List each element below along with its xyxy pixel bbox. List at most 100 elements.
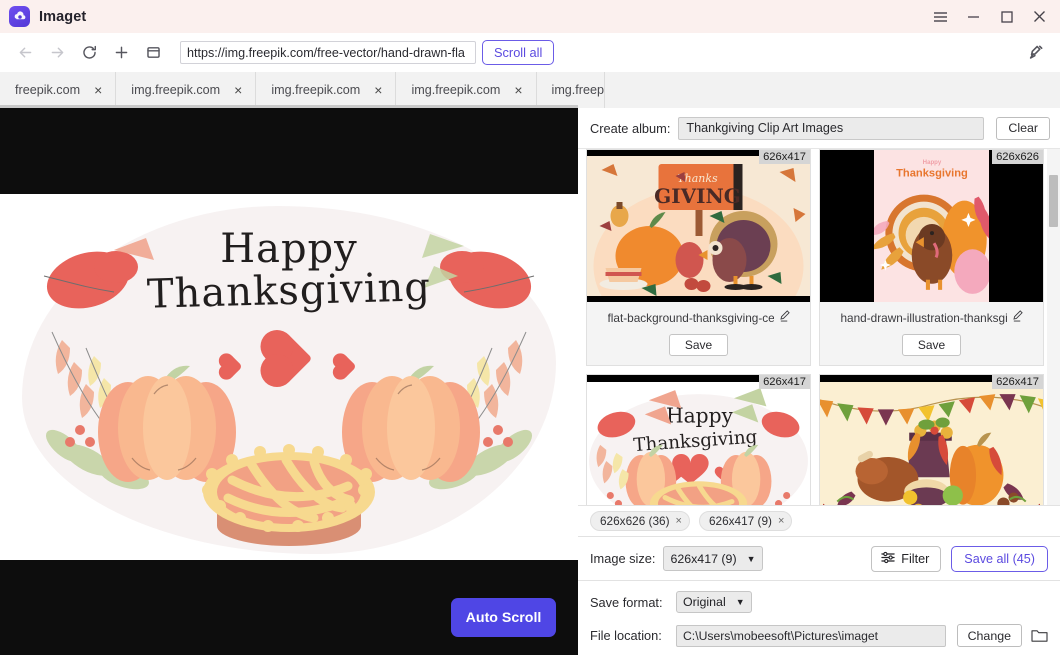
active-filter-chips: 626x626 (36) × 626x417 (9) × xyxy=(578,505,1060,536)
controls-right-group: Filter Save all (45) xyxy=(871,545,1048,572)
minimize-icon[interactable] xyxy=(957,1,990,32)
clear-button[interactable]: Clear xyxy=(996,116,1050,140)
chevron-down-icon: ▼ xyxy=(735,597,745,607)
pencil-edit-icon[interactable] xyxy=(1012,309,1023,327)
scroll-all-button[interactable]: Scroll all xyxy=(482,40,555,65)
save-button[interactable]: Save xyxy=(668,334,729,356)
image-size-badge: 626x417 xyxy=(759,375,810,389)
filter-chip-label: 626x626 (36) xyxy=(600,514,670,528)
save-all-button[interactable]: Save all (45) xyxy=(951,545,1048,572)
window-controls xyxy=(924,1,1056,32)
browser-tab[interactable]: freepik.com × xyxy=(0,72,117,108)
imaget-logo-icon xyxy=(9,6,30,27)
tab-close-icon[interactable]: × xyxy=(234,83,242,97)
create-album-row: Create album: Clear xyxy=(578,108,1060,149)
tab-label: img.freepik.com xyxy=(411,83,501,97)
thumbnail-art-pumpkin-pie: Happy Thanksgiving xyxy=(587,382,810,505)
image-card-meta: hand-drawn-illustration-thanksgivin Save xyxy=(820,302,1043,356)
image-card-meta: flat-background-thanksgiving-celeb Save xyxy=(587,302,810,356)
tab-label: img.freepik.com xyxy=(131,83,221,97)
image-size-label: Image size: xyxy=(590,551,656,566)
plus-icon[interactable] xyxy=(106,38,136,68)
browser-tab[interactable]: img.freepik.com × xyxy=(396,72,537,108)
forward-arrow-icon[interactable] xyxy=(42,38,72,68)
save-format-select[interactable]: Original ▼ xyxy=(676,591,752,613)
hamburger-menu-icon[interactable] xyxy=(924,1,957,32)
main-split: Happy Thanksgiving Auto Scroll Create al… xyxy=(0,108,1060,655)
tab-label: img.freep xyxy=(551,83,605,97)
image-size-badge: 626x626 xyxy=(992,150,1043,164)
broom-clean-icon[interactable] xyxy=(1020,38,1050,68)
filter-chip-label: 626x417 (9) xyxy=(708,514,772,528)
filter-chip-remove-icon[interactable]: × xyxy=(676,515,682,527)
image-thumbnail[interactable]: Happy Thanksgiving xyxy=(820,150,1043,302)
tab-label: img.freepik.com xyxy=(271,83,361,97)
save-format-label: Save format: xyxy=(590,594,663,610)
page-preview-pane[interactable]: Happy Thanksgiving Auto Scroll xyxy=(0,108,578,655)
tab-close-icon[interactable]: × xyxy=(514,83,522,97)
results-scrollbar[interactable] xyxy=(1047,149,1060,505)
image-filename: flat-background-thanksgiving-celeb xyxy=(607,311,774,325)
file-location-input[interactable] xyxy=(676,624,946,647)
title-bar: Imaget xyxy=(0,0,1060,33)
change-location-button[interactable]: Change xyxy=(956,624,1022,647)
tab-label: freepik.com xyxy=(15,83,81,97)
image-thumbnail[interactable]: Happy Thanksgiving xyxy=(587,375,810,505)
browser-toolbar: https://img.freepik.com/free-vector/hand… xyxy=(0,33,1060,72)
filter-button[interactable]: Filter xyxy=(871,545,942,572)
filename-row: hand-drawn-illustration-thanksgivin xyxy=(828,309,1035,327)
app-title: Imaget xyxy=(39,8,87,25)
browser-tab[interactable]: img.freepik.com × xyxy=(256,72,397,108)
url-bar[interactable]: https://img.freepik.com/free-vector/hand… xyxy=(180,41,476,64)
tab-close-icon[interactable]: × xyxy=(374,83,382,97)
controls-row: Image size: 626x417 (9) ▼ Filter Save al… xyxy=(578,536,1060,580)
svg-text:GIVING: GIVING xyxy=(654,184,741,208)
image-size-select[interactable]: 626x417 (9) ▼ xyxy=(663,546,763,571)
reload-icon[interactable] xyxy=(74,38,104,68)
tab-close-icon[interactable]: × xyxy=(94,83,102,97)
image-card[interactable]: Thanks GIVING 626x417 flat-background-th… xyxy=(586,149,811,366)
svg-text:Happy: Happy xyxy=(922,159,941,166)
filename-row: flat-background-thanksgiving-celeb xyxy=(595,309,802,327)
filter-chip[interactable]: 626x417 (9) × xyxy=(698,511,793,531)
image-filename: hand-drawn-illustration-thanksgivin xyxy=(840,311,1007,325)
image-grid: Thanks GIVING 626x417 flat-background-th… xyxy=(578,149,1060,505)
browser-window-icon[interactable] xyxy=(138,38,168,68)
album-name-input[interactable] xyxy=(678,116,985,140)
image-size-badge: 626x417 xyxy=(992,375,1043,389)
image-card[interactable]: Happy Thanksgiving xyxy=(819,149,1044,366)
filter-chip[interactable]: 626x626 (36) × xyxy=(590,511,690,531)
image-thumbnail[interactable]: Thanks GIVING 626x417 xyxy=(587,150,810,302)
folder-open-icon[interactable] xyxy=(1031,628,1048,643)
scrollbar-thumb[interactable] xyxy=(1049,175,1058,227)
browser-tab[interactable]: img.freep xyxy=(536,72,606,108)
pencil-edit-icon[interactable] xyxy=(779,309,790,327)
image-thumbnail[interactable]: HAPPY THANKSGIVING 626x417 xyxy=(820,375,1043,505)
thumbnail-art-turkey-sign: Thanks GIVING xyxy=(587,156,810,296)
image-size-badge: 626x417 xyxy=(759,150,810,164)
browser-tab[interactable]: img.freepik.com × xyxy=(116,72,257,108)
create-album-label: Create album: xyxy=(590,120,671,136)
save-format-row: Save format: Original ▼ xyxy=(590,591,1048,613)
pumpkin-pie-icon xyxy=(202,444,375,546)
close-icon[interactable] xyxy=(1023,1,1056,32)
results-panel: Create album: Clear xyxy=(578,108,1060,655)
image-card[interactable]: Happy Thanksgiving xyxy=(586,374,811,505)
tab-strip: freepik.com × img.freepik.com × img.free… xyxy=(0,72,1060,108)
image-grid-scroll-area[interactable]: Thanks GIVING 626x417 flat-background-th… xyxy=(578,149,1060,505)
svg-text:Thanksgiving: Thanksgiving xyxy=(896,167,968,179)
auto-scroll-button[interactable]: Auto Scroll xyxy=(451,598,556,637)
image-size-value: 626x417 (9) xyxy=(670,551,737,566)
svg-text:Happy: Happy xyxy=(666,404,734,428)
back-arrow-icon[interactable] xyxy=(10,38,40,68)
url-text: https://img.freepik.com/free-vector/hand… xyxy=(187,45,465,60)
maximize-icon[interactable] xyxy=(990,1,1023,32)
save-settings-footer: Save format: Original ▼ File location: C… xyxy=(578,580,1060,655)
file-location-row: File location: Change xyxy=(590,624,1048,647)
imaget-app-window: Imaget https://img.freepik.com/free-vect… xyxy=(0,0,1060,655)
save-button[interactable]: Save xyxy=(901,334,962,356)
filter-chip-remove-icon[interactable]: × xyxy=(778,515,784,527)
chevron-down-icon: ▼ xyxy=(746,553,756,564)
thumbnail-art-feast-bunting: HAPPY THANKSGIVING xyxy=(820,382,1043,505)
image-card[interactable]: HAPPY THANKSGIVING 626x417 flat-thanksgi… xyxy=(819,374,1044,505)
